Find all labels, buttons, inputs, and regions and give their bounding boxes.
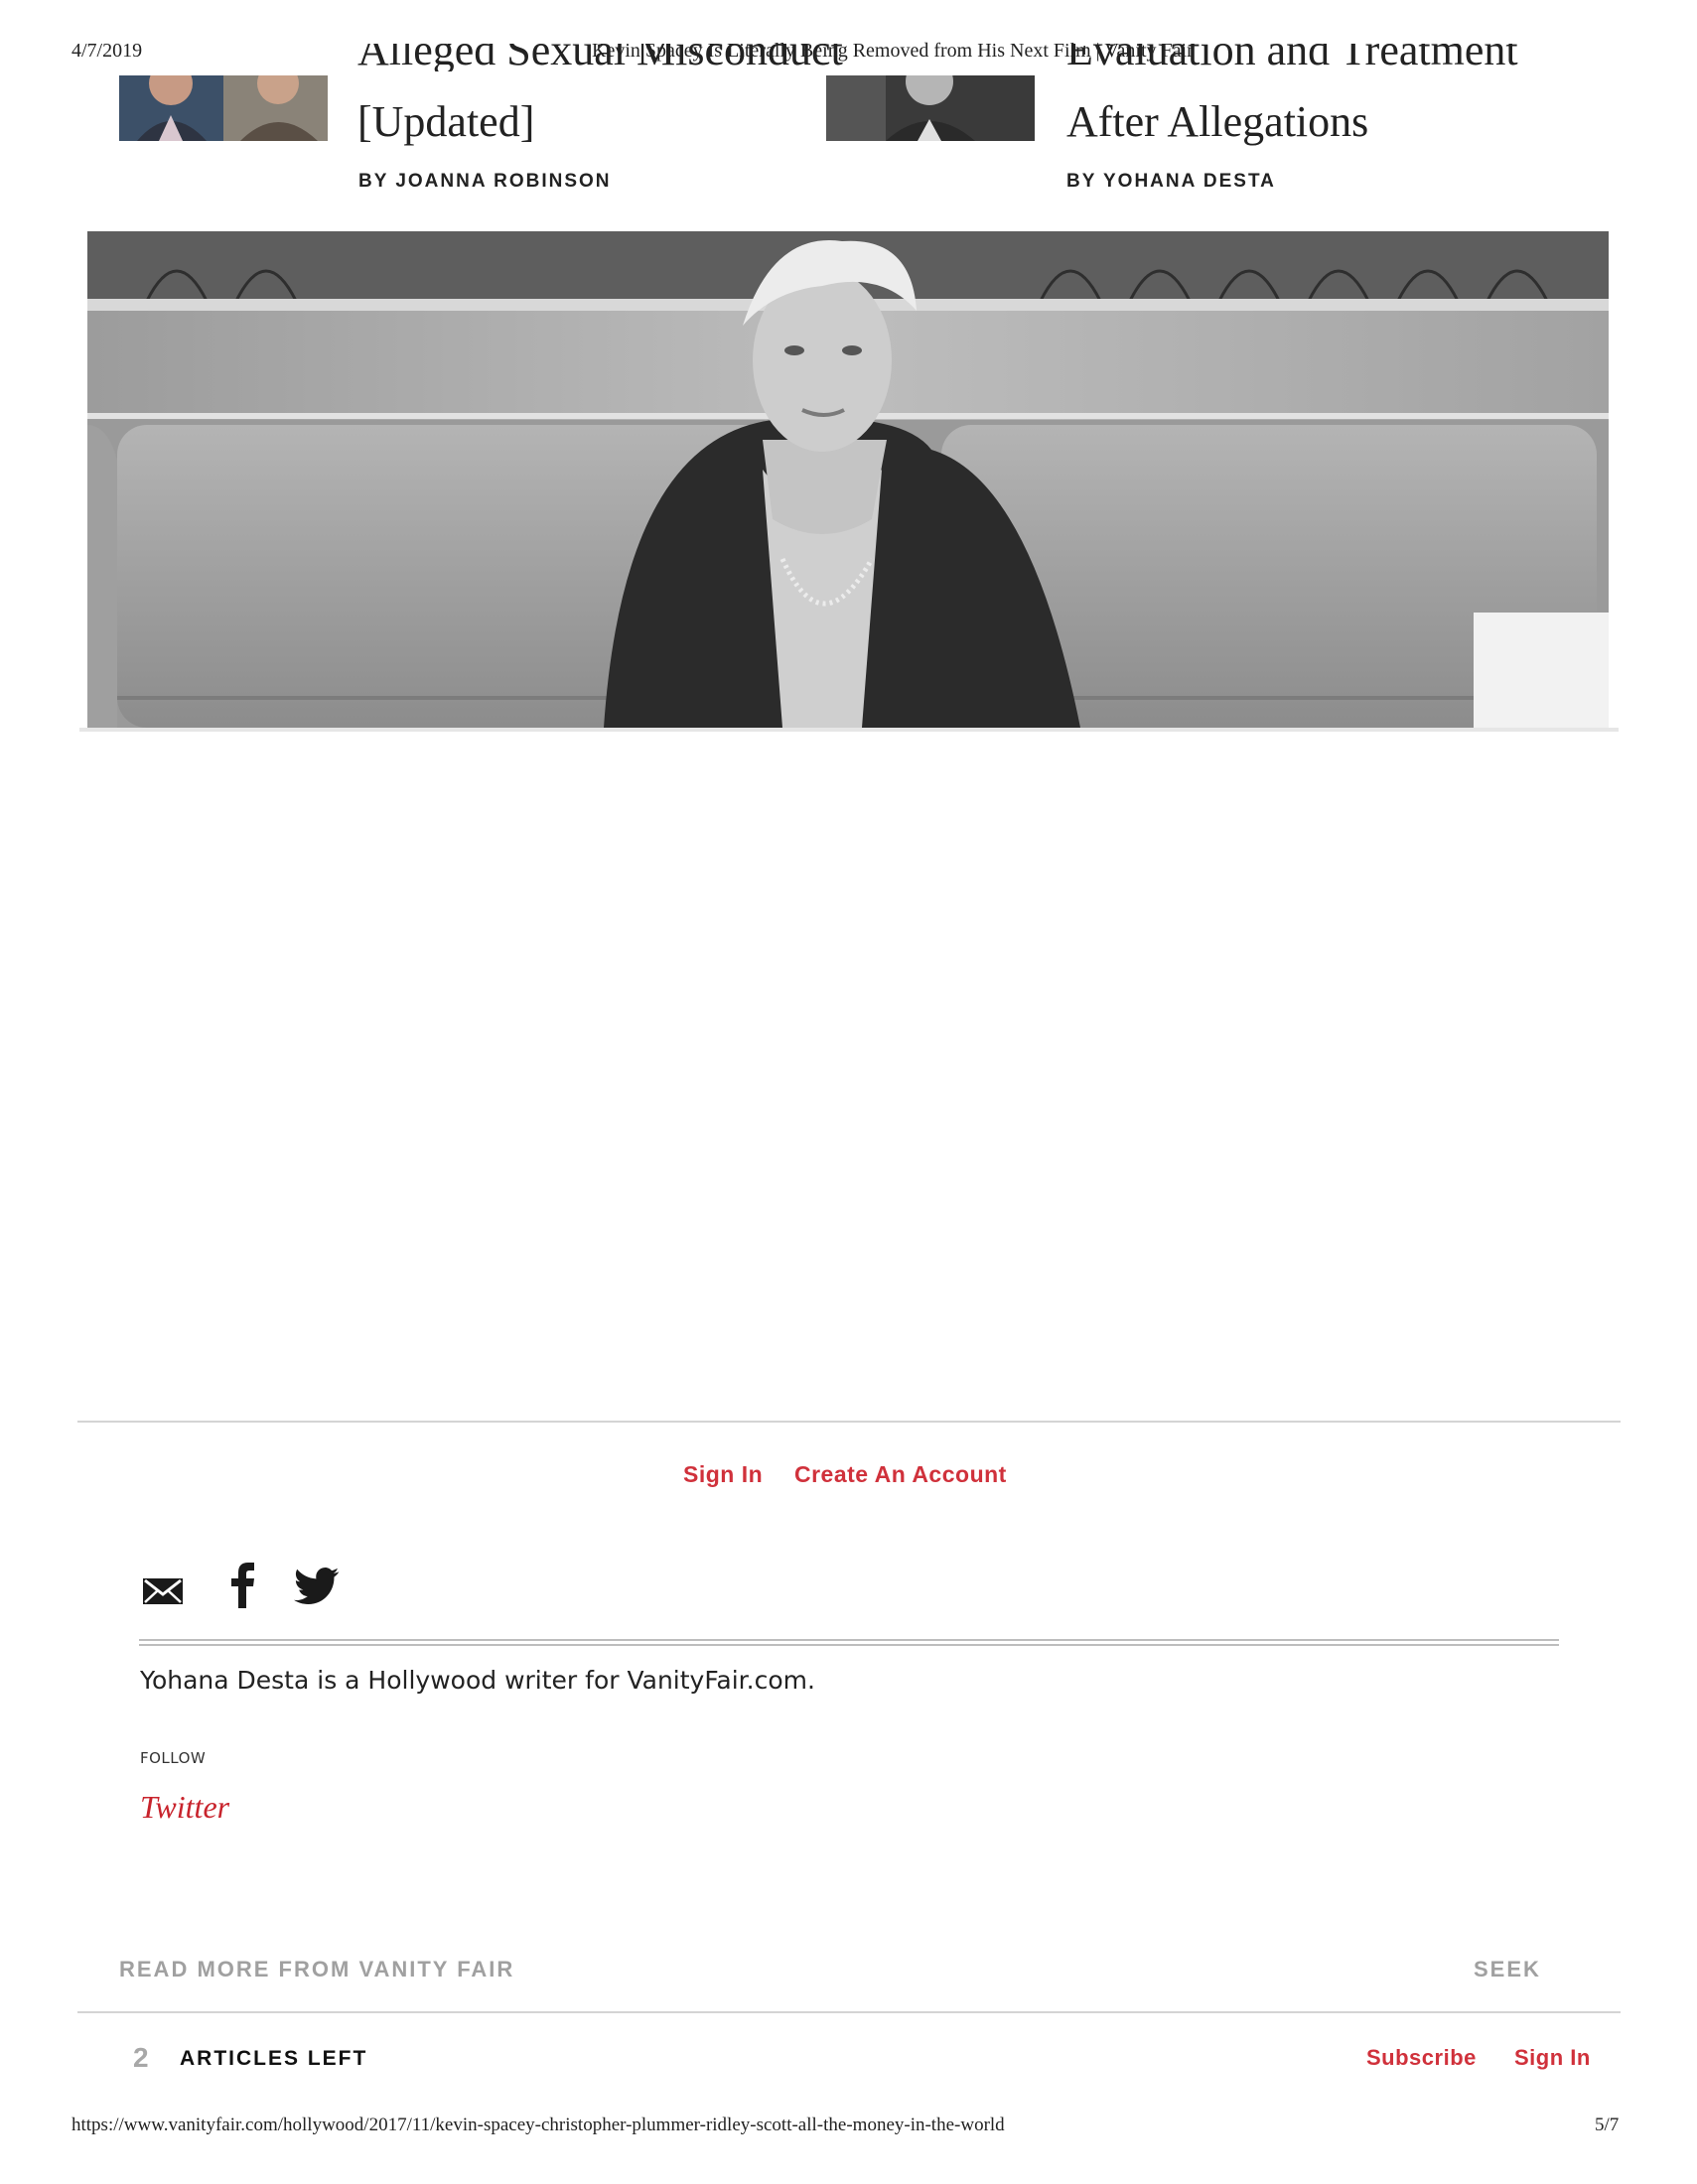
print-url: https://www.vanityfair.com/hollywood/201…: [71, 2115, 1005, 2135]
facebook-icon[interactable]: [220, 1561, 266, 1608]
divider: [77, 1421, 1621, 1423]
divider: [77, 2011, 1621, 2013]
articles-count: 2: [133, 2042, 149, 2073]
related-thumbnail-2[interactable]: [826, 75, 1035, 141]
author-twitter-link[interactable]: Twitter: [140, 1789, 229, 1826]
articles-left-label: ARTICLES LEFT: [180, 2047, 368, 2070]
divider: [139, 1644, 1559, 1646]
seek-link[interactable]: SEEK: [1474, 1957, 1541, 1982]
related-thumbnail-1[interactable]: [119, 75, 328, 141]
subscribe-link[interactable]: Subscribe: [1366, 2045, 1477, 2071]
twitter-icon[interactable]: [294, 1567, 340, 1612]
related-byline-1[interactable]: BY JOANNA ROBINSON: [358, 171, 612, 193]
related-headline-1[interactable]: [Updated]: [357, 97, 534, 147]
print-page-number: 5/7: [1595, 2115, 1620, 2135]
hero-shadow: [79, 728, 1619, 732]
bottom-sign-in-link[interactable]: Sign In: [1514, 2045, 1591, 2071]
divider: [139, 1639, 1559, 1641]
related-headline-1-partial[interactable]: Alleged Sexual Misconduct: [357, 44, 843, 71]
email-icon[interactable]: [141, 1569, 187, 1614]
author-bio: Yohana Desta is a Hollywood writer for V…: [140, 1666, 815, 1695]
related-headline-2-partial[interactable]: Evaluation and Treatment: [1066, 44, 1518, 71]
related-byline-2[interactable]: BY YOHANA DESTA: [1066, 171, 1276, 193]
read-more-link[interactable]: READ MORE FROM VANITY FAIR: [119, 1957, 514, 1982]
hero-photo: [87, 231, 1609, 728]
sign-in-link[interactable]: Sign In: [683, 1461, 763, 1488]
follow-label: FOLLOW: [140, 1749, 207, 1767]
create-account-link[interactable]: Create An Account: [794, 1461, 1007, 1488]
related-headline-2[interactable]: After Allegations: [1066, 97, 1368, 147]
print-date: 4/7/2019: [71, 40, 143, 62]
